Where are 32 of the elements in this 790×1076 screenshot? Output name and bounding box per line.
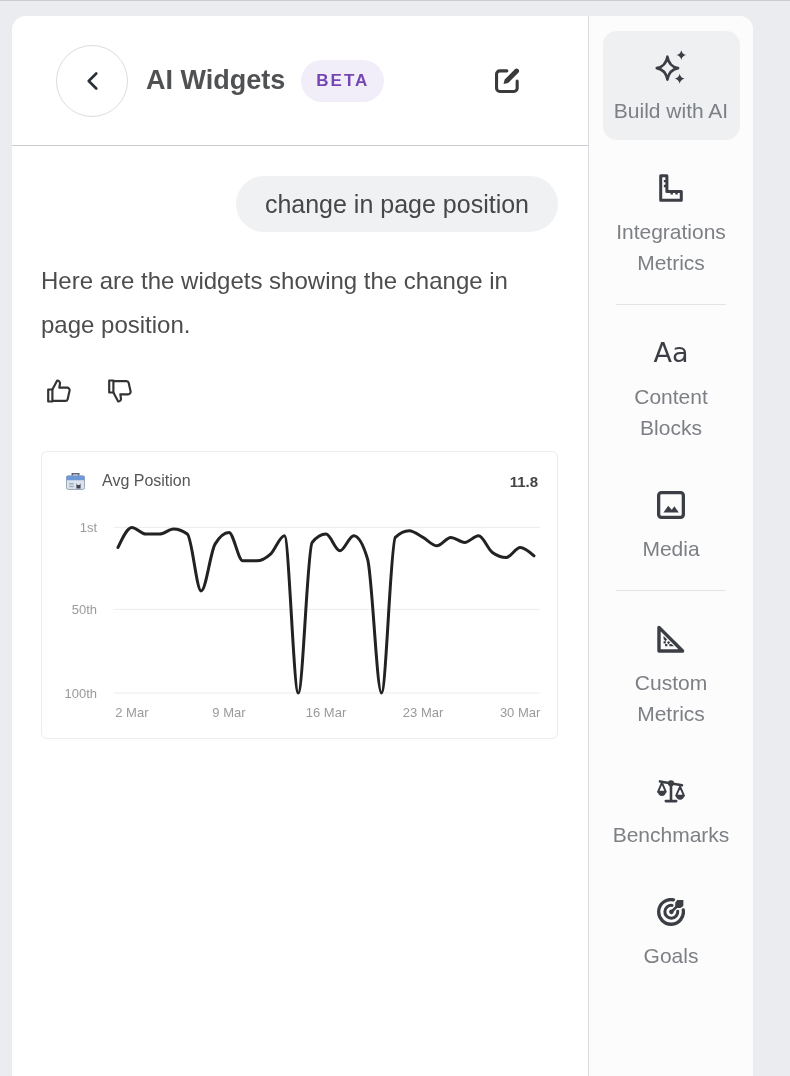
sidebar-item[interactable]: Build with AI bbox=[602, 31, 740, 140]
sparkles-icon bbox=[654, 49, 688, 85]
x-axis-label: 2 Mar bbox=[115, 704, 149, 720]
x-axis-label: 30 Mar bbox=[499, 704, 541, 720]
thumbs-up-icon[interactable] bbox=[47, 379, 71, 403]
image-icon bbox=[657, 491, 685, 519]
sidebar-item[interactable]: Aa Content Blocks bbox=[602, 317, 740, 457]
sidebar-item[interactable]: Benchmarks bbox=[602, 755, 740, 864]
balance-scale-icon bbox=[657, 777, 685, 805]
edit-icon[interactable] bbox=[495, 68, 520, 93]
y-axis-label: 1st bbox=[79, 519, 97, 535]
user-message: change in page position bbox=[235, 176, 558, 232]
thumbs-down-icon[interactable] bbox=[108, 379, 132, 403]
beta-badge: BETA bbox=[301, 59, 385, 102]
widget-title: Avg Position bbox=[102, 472, 191, 490]
y-axis-label: 100th bbox=[64, 685, 97, 701]
page-title: AI Widgets bbox=[146, 65, 286, 96]
widget-value: 11.8 bbox=[509, 472, 538, 490]
sidebar-item[interactable]: Custom Metrics bbox=[602, 603, 740, 743]
l-ruler-icon bbox=[657, 174, 685, 202]
x-axis-label: 16 Mar bbox=[305, 704, 347, 720]
sidebar-item[interactable]: Integrations Metrics bbox=[602, 152, 740, 292]
x-axis-label: 9 Mar bbox=[212, 704, 246, 720]
text-style-icon: Aa bbox=[653, 335, 689, 371]
assistant-message: Here are the widgets showing the change in page position. bbox=[41, 266, 509, 340]
x-axis-label: 23 Mar bbox=[402, 704, 444, 720]
y-axis-label: 50th bbox=[71, 601, 97, 617]
target-arrow-icon bbox=[657, 898, 685, 926]
sidebar-item[interactable]: Media bbox=[602, 469, 740, 578]
toolbox-icon bbox=[66, 472, 85, 490]
chevron-left-icon bbox=[86, 71, 98, 90]
sidebar-item[interactable]: Goals bbox=[602, 876, 740, 985]
